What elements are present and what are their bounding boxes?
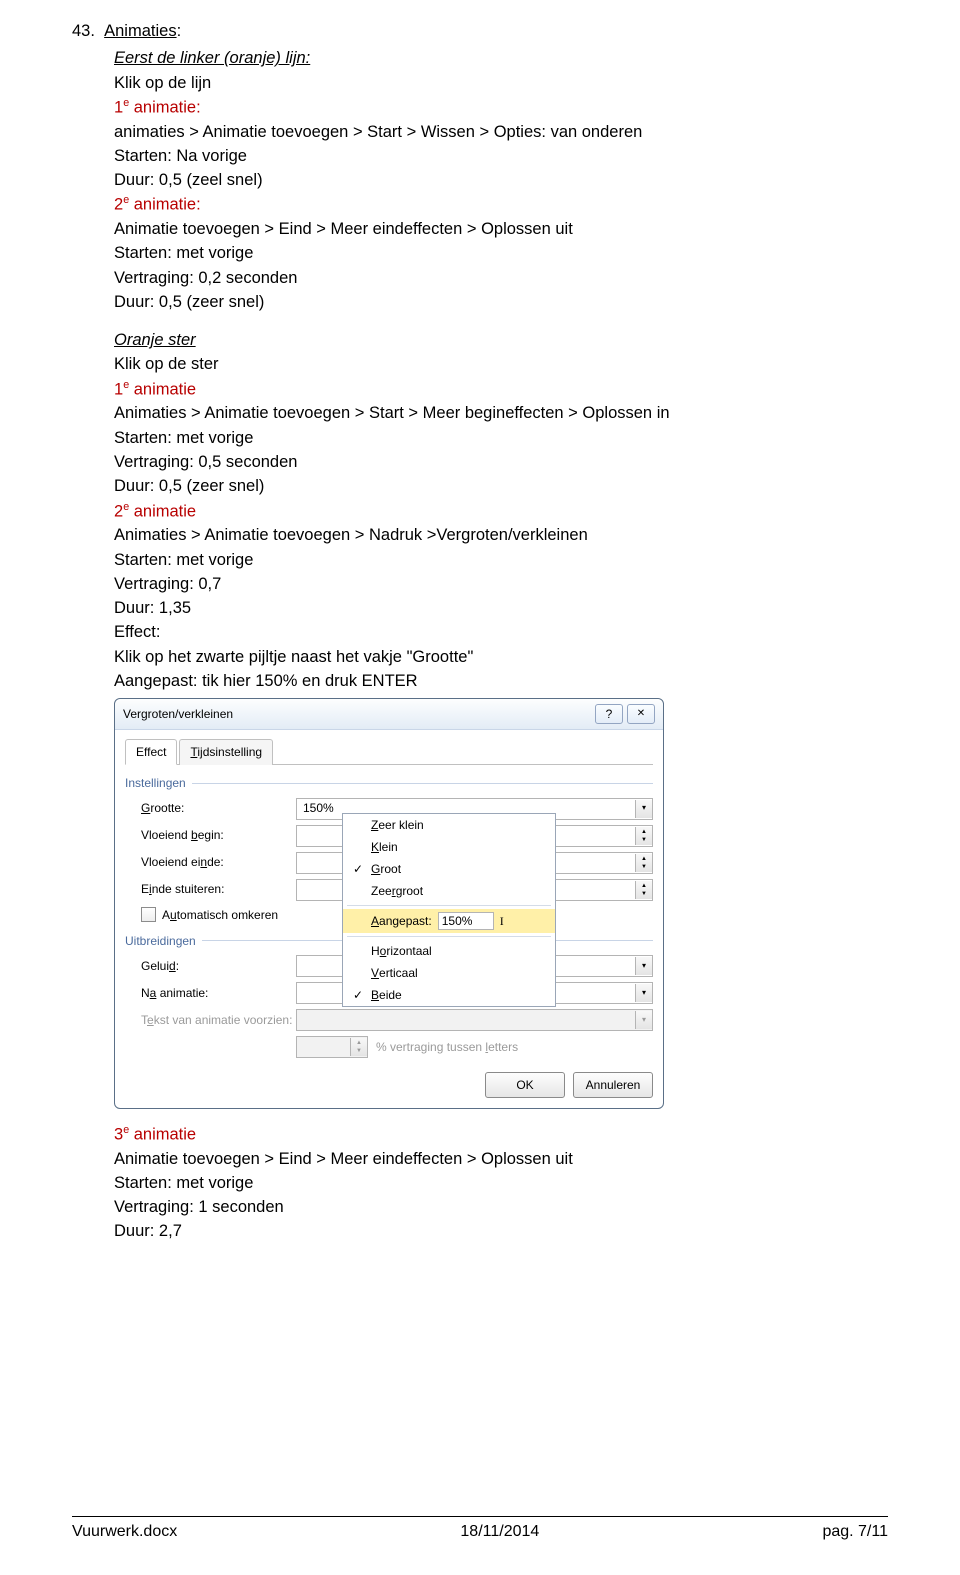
block2-anim2-label: 2e animatie <box>114 500 888 523</box>
b3-path: Animatie toevoegen > Eind > Meer eindeff… <box>114 1148 888 1170</box>
b2a1-delay: Vertraging: 0,5 seconden <box>114 451 888 473</box>
dd-item-very-large[interactable]: Zeer groot <box>343 880 555 902</box>
input-pct-delay: ▲▼ <box>296 1036 368 1058</box>
label-smooth-end: Vloeiend einde: <box>141 854 296 870</box>
block-1: Eerst de linker (oranje) lijn: Klik op d… <box>114 47 888 1242</box>
footer-filename: Vuurwerk.docx <box>72 1521 177 1543</box>
group-settings: Instellingen <box>125 775 653 791</box>
block1-line1: Klik op de lijn <box>114 72 888 94</box>
cancel-button[interactable]: Annuleren <box>573 1072 653 1098</box>
chevron-down-icon: ▾ <box>642 988 646 999</box>
block2-heading: Oranje ster <box>114 331 196 349</box>
label-after-animation: Na animatie: <box>141 985 296 1001</box>
dd-item-both[interactable]: ✓Beide <box>343 984 555 1006</box>
dialog-title: Vergroten/verkleinen <box>123 706 591 722</box>
dd-custom-input[interactable] <box>438 912 494 930</box>
spinner: ▲▼ <box>350 1038 367 1056</box>
block1-anim1-label: 1e animatie: <box>114 96 888 119</box>
spinner[interactable]: ▲▼ <box>635 827 652 845</box>
dd-item-very-small[interactable]: Zeer klein <box>343 814 555 836</box>
chevron-down-icon: ▾ <box>642 1015 646 1026</box>
dd-custom-label: Aangepast: <box>371 913 432 929</box>
label-auto-reverse: Automatisch omkeren <box>162 907 278 923</box>
chevron-down-icon: ▾ <box>642 961 646 972</box>
close-button[interactable]: ✕ <box>627 704 655 724</box>
b3-dur: Duur: 2,7 <box>114 1220 888 1242</box>
chevron-down-icon: ▾ <box>642 803 646 814</box>
size-dropdown-button[interactable]: ▾ <box>635 800 652 818</box>
help-icon: ? <box>606 706 613 722</box>
b2a1-dur: Duur: 0,5 (zeer snel) <box>114 475 888 497</box>
b1a1-path: animaties > Animatie toevoegen > Start >… <box>114 121 888 143</box>
check-icon: ✓ <box>351 861 365 877</box>
dd-item-horizontal[interactable]: Horizontaal <box>343 940 555 962</box>
dd-item-custom[interactable]: Aangepast: I <box>343 909 555 933</box>
label-animate-text: Tekst van animatie voorzien: <box>141 1012 296 1028</box>
label-size: Grootte: <box>141 800 296 816</box>
dropdown-button[interactable]: ▾ <box>635 957 652 975</box>
dd-item-small[interactable]: Klein <box>343 836 555 858</box>
b1a1-dur: Duur: 0,5 (zeel snel) <box>114 169 888 191</box>
block1-heading: Eerst de linker (oranje) lijn: <box>114 49 310 67</box>
section-heading: 43. Animaties: <box>72 20 888 42</box>
block2-anim1-label: 1e animatie <box>114 378 888 401</box>
spinner[interactable]: ▲▼ <box>635 854 652 872</box>
b2a2-note2: Aangepast: tik hier 150% en druk ENTER <box>114 670 888 692</box>
close-icon: ✕ <box>637 707 645 721</box>
label-smooth-begin: Vloeiend begin: <box>141 827 296 843</box>
section-title: Animaties <box>104 22 176 40</box>
size-dropdown-menu: Zeer klein Klein ✓Groot Zeer groot Aange… <box>342 813 556 1007</box>
footer-date: 18/11/2014 <box>460 1521 539 1543</box>
checkbox-auto-reverse[interactable] <box>141 907 156 922</box>
b2a2-effect: Effect: <box>114 621 888 643</box>
text-cursor-icon: I <box>500 913 504 929</box>
b1a2-start: Starten: met vorige <box>114 242 888 264</box>
block1-anim2-label: 2e animatie: <box>114 193 888 216</box>
b2a2-delay: Vertraging: 0,7 <box>114 573 888 595</box>
label-end-bounce: Einde stuiteren: <box>141 881 296 897</box>
block2-line1: Klik op de ster <box>114 353 888 375</box>
help-button[interactable]: ? <box>595 704 623 724</box>
b1a2-delay: Vertraging: 0,2 seconden <box>114 267 888 289</box>
b1a2-dur: Duur: 0,5 (zeer snel) <box>114 291 888 313</box>
b2a1-path: Animaties > Animatie toevoegen > Start >… <box>114 402 888 424</box>
b2a1-start: Starten: met vorige <box>114 427 888 449</box>
label-sound: Geluid: <box>141 958 296 974</box>
block3-anim-label: 3e animatie <box>114 1123 888 1146</box>
b2a2-dur: Duur: 1,35 <box>114 597 888 619</box>
ok-button[interactable]: OK <box>485 1072 565 1098</box>
b1a2-path: Animatie toevoegen > Eind > Meer eindeff… <box>114 218 888 240</box>
dd-item-vertical[interactable]: Verticaal <box>343 962 555 984</box>
section-number: 43. <box>72 22 95 40</box>
b2a2-note1: Klik op het zwarte pijltje naast het vak… <box>114 646 888 668</box>
page-footer: Vuurwerk.docx 18/11/2014 pag. 7/11 <box>72 1516 888 1543</box>
tab-effect[interactable]: Effect <box>125 739 177 765</box>
dialog-title-bar: Vergroten/verkleinen ? ✕ <box>115 699 663 730</box>
dd-item-large[interactable]: ✓Groot <box>343 858 555 880</box>
dropdown-separator <box>347 936 551 937</box>
dialog-tabs: Effect Tijdsinstelling <box>125 738 653 765</box>
spinner[interactable]: ▲▼ <box>635 881 652 899</box>
document-page: 43. Animaties: Eerst de linker (oranje) … <box>0 0 960 1575</box>
b3-delay: Vertraging: 1 seconden <box>114 1196 888 1218</box>
grow-shrink-dialog: Vergroten/verkleinen ? ✕ Effect Tijdsins… <box>114 698 664 1109</box>
b2a2-path: Animaties > Animatie toevoegen > Nadruk … <box>114 524 888 546</box>
b2a2-start: Starten: met vorige <box>114 549 888 571</box>
tab-timing[interactable]: Tijdsinstelling <box>179 739 273 765</box>
dialog-buttons: OK Annuleren <box>125 1072 653 1098</box>
label-pct-between-letters: % vertraging tussen letters <box>376 1039 518 1055</box>
dropdown-separator <box>347 905 551 906</box>
footer-page: pag. 7/11 <box>822 1521 888 1543</box>
check-icon: ✓ <box>351 987 365 1003</box>
b1a1-start: Starten: Na vorige <box>114 145 888 167</box>
input-animate-text: ▾ <box>296 1009 653 1031</box>
b3-start: Starten: met vorige <box>114 1172 888 1194</box>
dropdown-button: ▾ <box>635 1011 652 1029</box>
dropdown-button[interactable]: ▾ <box>635 984 652 1002</box>
